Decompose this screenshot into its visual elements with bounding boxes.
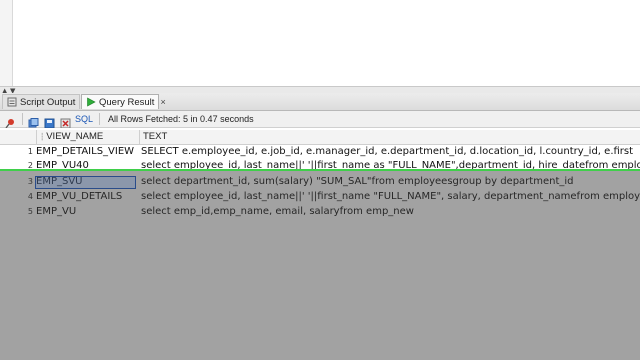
results-toolbar: SQL All Rows Fetched: 5 in 0.47 seconds xyxy=(0,111,640,128)
tab-query-result[interactable]: Query Result × xyxy=(81,94,166,109)
results-tab-bar: Script Output × Query Result × xyxy=(0,93,640,111)
selected-cell xyxy=(35,176,136,189)
overlay-dim xyxy=(0,171,640,360)
toolbar-separator xyxy=(99,113,101,125)
grid-header: ┆ VIEW_NAME TEXT xyxy=(0,130,640,145)
editor-gutter xyxy=(0,0,13,90)
close-icon[interactable]: × xyxy=(160,97,165,107)
toolbar-separator xyxy=(22,113,23,125)
sql-button[interactable]: SQL xyxy=(75,114,93,124)
tab-label: Script Output xyxy=(20,96,76,108)
fetch-status-text: All Rows Fetched: 5 in 0.47 seconds xyxy=(108,114,254,124)
table-row[interactable]: 1 EMP_DETAILS_VIEW SELECT e.employee_id,… xyxy=(0,145,640,159)
run-query-icon xyxy=(86,97,96,107)
export-icon[interactable] xyxy=(44,114,55,128)
row-number: 1 xyxy=(27,147,33,156)
view-name-cell[interactable]: EMP_DETAILS_VIEW xyxy=(36,145,136,159)
sql-developer-window: ▲ ▼ Script Output × Query Result × xyxy=(0,0,640,360)
sql-worksheet-editor[interactable] xyxy=(0,0,640,90)
text-cell[interactable]: SELECT e.employee_id, e.job_id, e.manage… xyxy=(141,145,640,159)
tab-label: Query Result xyxy=(99,96,155,108)
column-header-view-name[interactable]: ┆ VIEW_NAME xyxy=(36,130,139,144)
refresh-icon[interactable] xyxy=(28,114,39,127)
pin-icon[interactable] xyxy=(5,114,16,128)
script-output-icon xyxy=(7,97,17,107)
tab-script-output[interactable]: Script Output × xyxy=(2,94,87,109)
column-header-text[interactable]: TEXT xyxy=(139,130,640,144)
delete-icon[interactable] xyxy=(60,114,71,128)
